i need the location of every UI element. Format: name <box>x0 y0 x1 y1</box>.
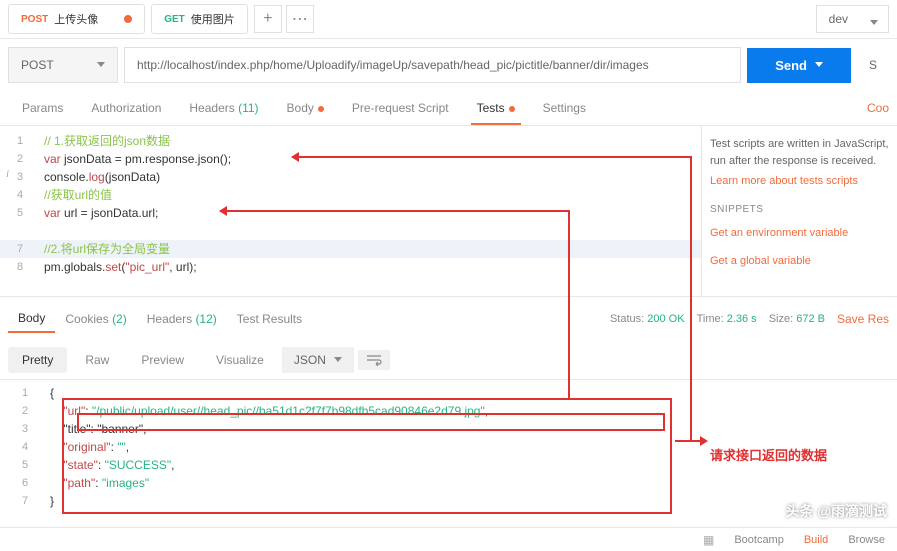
info-icon: i <box>6 168 9 180</box>
tab-label: 上传头像 <box>54 11 98 27</box>
chevron-down-icon <box>815 62 823 71</box>
unsaved-dot-icon <box>124 15 132 23</box>
environment-select[interactable]: dev <box>816 5 889 33</box>
dot-icon <box>318 106 324 112</box>
learn-more-link[interactable]: Learn more about tests scripts <box>710 173 889 190</box>
save-response-button[interactable]: Save Res <box>837 312 889 326</box>
bootcamp-icon: ▦ <box>703 533 714 547</box>
chevron-down-icon <box>97 62 105 71</box>
response-nav: Body Cookies (2) Headers (12) Test Resul… <box>0 296 897 341</box>
tab-tests[interactable]: Tests <box>463 91 529 125</box>
chevron-down-icon <box>334 357 342 366</box>
resp-gutter: 1234567 <box>0 384 50 510</box>
annotation-label: 请求接口返回的数据 <box>710 445 827 464</box>
build-button[interactable]: Build <box>804 534 828 546</box>
resp-tab-headers[interactable]: Headers (12) <box>137 306 227 332</box>
bottom-bar: ▦ Bootcamp Build Browse <box>0 527 897 551</box>
tab-options-button[interactable]: ⋯ <box>286 5 314 33</box>
snippet-global-var[interactable]: Get a global variable <box>710 253 889 270</box>
wrap-toggle[interactable] <box>358 350 390 370</box>
save-button[interactable]: S <box>857 48 889 82</box>
tests-description: Test scripts are written in JavaScript, … <box>710 136 889 169</box>
view-preview[interactable]: Preview <box>127 347 198 373</box>
chevron-down-icon <box>870 20 878 29</box>
tab-authorization[interactable]: Authorization <box>77 91 175 125</box>
resp-tab-testresults[interactable]: Test Results <box>227 306 312 332</box>
browse-button[interactable]: Browse <box>848 534 885 546</box>
dot-icon <box>509 106 515 112</box>
response-toolbar: Pretty Raw Preview Visualize JSON <box>0 341 897 380</box>
code-content[interactable]: // 1.获取返回的json数据 var jsonData = pm.respo… <box>40 126 701 296</box>
tab-bar: POST 上传头像 GET 使用图片 + ⋯ dev <box>0 0 897 39</box>
resp-tab-cookies[interactable]: Cookies (2) <box>55 306 136 332</box>
tab-prerequest[interactable]: Pre-request Script <box>338 91 463 125</box>
bootcamp-button[interactable]: Bootcamp <box>734 534 784 546</box>
snippets-sidebar: Test scripts are written in JavaScript, … <box>702 126 897 296</box>
line-gutter: 1234578 <box>0 126 40 296</box>
request-tab-1[interactable]: GET 使用图片 <box>151 4 248 34</box>
tab-params[interactable]: Params <box>8 91 77 125</box>
tab-settings[interactable]: Settings <box>529 91 600 125</box>
watermark: 头条 @雨滴测试 <box>785 501 887 521</box>
request-tab-0[interactable]: POST 上传头像 <box>8 4 145 34</box>
method-select[interactable]: POST <box>8 47 118 83</box>
cookies-link[interactable]: Coo <box>855 91 889 125</box>
new-tab-button[interactable]: + <box>254 5 282 33</box>
format-select[interactable]: JSON <box>282 347 354 373</box>
snippets-title: SNIPPETS <box>710 202 889 217</box>
view-raw[interactable]: Raw <box>71 347 123 373</box>
tab-body[interactable]: Body <box>273 91 338 125</box>
tab-headers[interactable]: Headers (11) <box>175 91 272 125</box>
tests-editor-area: 1234578 // 1.获取返回的json数据 var jsonData = … <box>0 126 897 296</box>
send-button[interactable]: Send <box>747 48 851 83</box>
request-nav: Params Authorization Headers (11) Body P… <box>0 91 897 126</box>
request-row: POST Send S <box>0 39 897 91</box>
tab-label: 使用图片 <box>191 11 235 27</box>
url-input[interactable] <box>124 47 741 83</box>
view-visualize[interactable]: Visualize <box>202 347 278 373</box>
code-editor[interactable]: 1234578 // 1.获取返回的json数据 var jsonData = … <box>0 126 702 296</box>
method-badge: POST <box>21 14 48 25</box>
method-badge: GET <box>164 14 185 25</box>
response-meta: Status: 200 OK Time: 2.36 s Size: 672 B <box>610 313 825 325</box>
view-pretty[interactable]: Pretty <box>8 347 67 373</box>
wrap-icon <box>366 354 382 366</box>
snippet-env-var[interactable]: Get an environment variable <box>710 225 889 242</box>
resp-tab-body[interactable]: Body <box>8 305 55 333</box>
